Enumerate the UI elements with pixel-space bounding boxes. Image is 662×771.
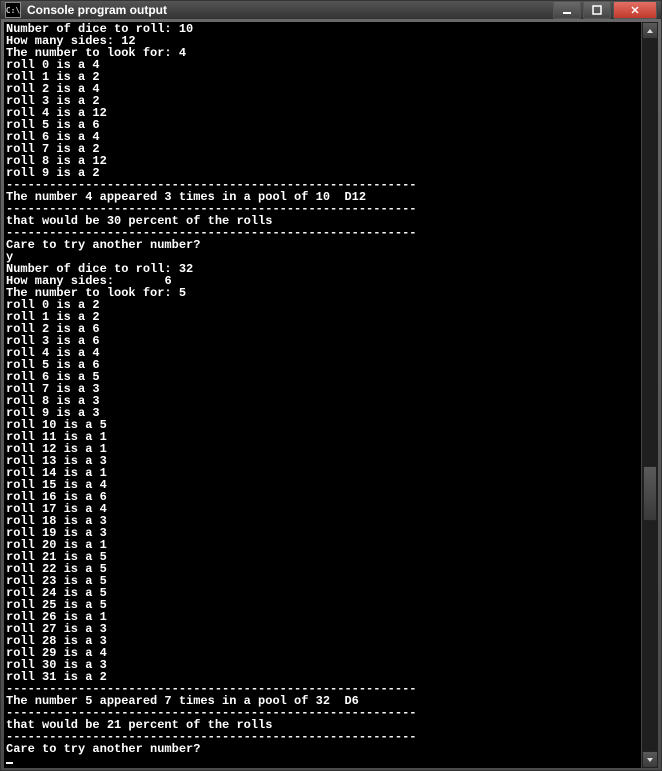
chevron-up-icon — [646, 27, 654, 35]
chevron-down-icon — [646, 756, 654, 764]
cursor — [6, 762, 13, 764]
minimize-icon — [562, 5, 572, 15]
window-frame: C:\ Console program output Number of dic… — [0, 0, 662, 771]
console-output[interactable]: Number of dice to roll: 10 How many side… — [4, 22, 641, 768]
r1-again-prompt: Care to try another number? — [6, 238, 200, 252]
r2-again-prompt: Care to try another number? — [6, 742, 200, 756]
window-controls — [553, 1, 657, 19]
minimize-button[interactable] — [553, 1, 581, 19]
vertical-scrollbar[interactable] — [641, 22, 658, 768]
app-icon: C:\ — [5, 2, 21, 18]
close-button[interactable] — [613, 1, 657, 19]
r2-dice-count: 32 — [179, 262, 193, 276]
r1-dice-count: 10 — [179, 22, 193, 36]
client-area: Number of dice to roll: 10 How many side… — [4, 22, 658, 768]
maximize-button[interactable] — [583, 1, 611, 19]
scroll-track[interactable] — [642, 39, 658, 751]
scroll-down-button[interactable] — [642, 751, 658, 768]
scroll-up-button[interactable] — [642, 22, 658, 39]
close-icon — [630, 5, 640, 15]
r1-look: 4 — [179, 46, 186, 60]
r2-look: 5 — [179, 286, 186, 300]
maximize-icon — [592, 5, 602, 15]
titlebar[interactable]: C:\ Console program output — [1, 1, 661, 19]
window-title: Console program output — [27, 3, 553, 17]
scroll-thumb[interactable] — [643, 466, 657, 521]
